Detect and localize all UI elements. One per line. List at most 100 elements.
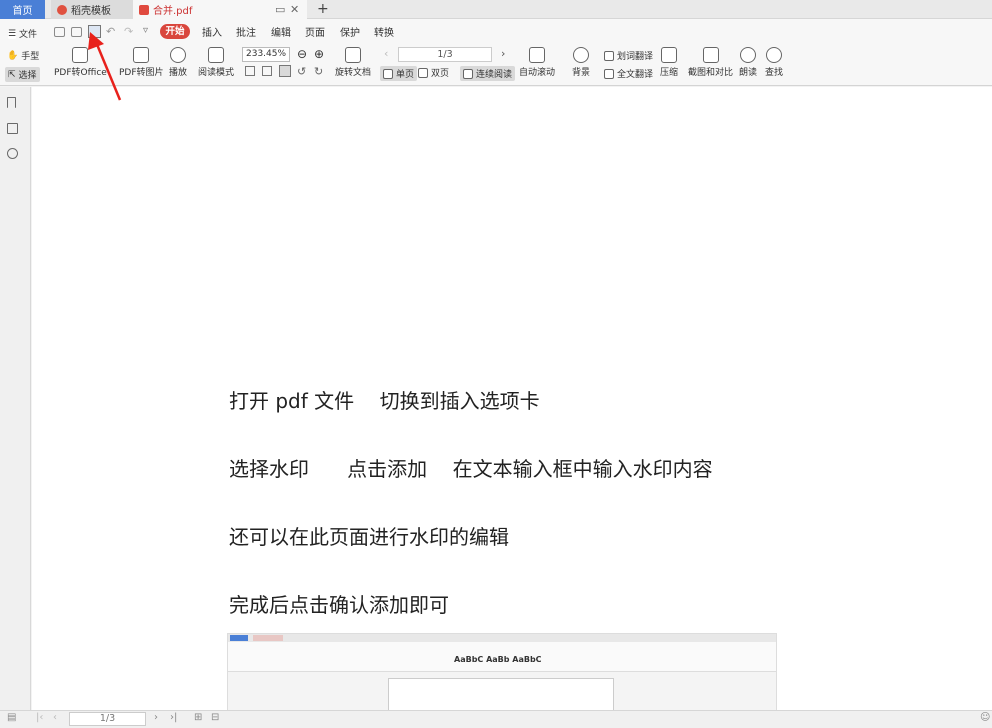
hand-icon: ✋	[7, 50, 19, 61]
save-icon[interactable]	[71, 27, 82, 37]
thumbnail-icon[interactable]	[7, 123, 18, 134]
rotate-right-icon[interactable]: ↻	[314, 65, 323, 78]
menu-page[interactable]: 页面	[305, 24, 325, 39]
screenshot-compare-button[interactable]: 截图和对比	[688, 47, 733, 78]
new-tab-icon[interactable]: +	[317, 1, 329, 17]
full-translate-button[interactable]: 全文翻译	[604, 67, 653, 80]
menu-annotate[interactable]: 批注	[236, 24, 256, 39]
status-next-page-icon[interactable]: ›	[154, 712, 158, 723]
full-translate-label: 全文翻译	[617, 70, 654, 80]
hand-tool[interactable]: ✋ 手型	[7, 49, 39, 63]
word-translate-label: 划词翻译	[617, 52, 654, 62]
annotation-icon[interactable]	[7, 148, 18, 159]
rotate-left-icon[interactable]: ↺	[297, 65, 306, 78]
menu-edit[interactable]: 编辑	[271, 24, 291, 39]
status-bar	[0, 710, 992, 728]
instruction-line-4: 完成后点击确认添加即可	[229, 593, 449, 617]
single-page-label: 单页	[396, 70, 415, 80]
status-page-input[interactable]: 1/3	[69, 712, 146, 726]
last-page-icon[interactable]: ›|	[170, 712, 177, 723]
play-icon	[170, 47, 186, 63]
select-label: 选择	[18, 71, 37, 81]
file-menu-label: 文件	[19, 30, 38, 40]
compress-label: 压缩	[660, 68, 679, 78]
actual-size-icon[interactable]	[245, 66, 255, 76]
double-page-button[interactable]: 双页	[418, 66, 449, 79]
play-button[interactable]: 播放	[169, 47, 187, 78]
menu-icon: ☰	[8, 28, 17, 39]
customize-icon[interactable]: ▿	[143, 25, 148, 36]
instruction-line-1: 打开 pdf 文件 切换到插入选项卡	[229, 389, 540, 413]
fit-width-icon[interactable]	[279, 65, 291, 77]
book-icon	[208, 47, 224, 63]
background-label: 背景	[572, 68, 591, 78]
left-sidebar	[0, 87, 31, 710]
find-button[interactable]: 查找	[765, 47, 783, 78]
compress-button[interactable]: 压缩	[660, 47, 678, 78]
background-button[interactable]: 背景	[572, 47, 590, 78]
next-page-icon[interactable]: ›	[501, 47, 505, 60]
zoom-in-icon[interactable]: ⊕	[314, 47, 324, 61]
embedded-screenshot: AaBbC AaBb AaBbC	[227, 633, 777, 710]
thumb-home-tab	[230, 635, 248, 641]
close-tab-icon[interactable]: ✕	[290, 3, 299, 16]
annotation-arrow-icon	[88, 32, 122, 101]
word-translate-button[interactable]: 划词翻译	[604, 49, 653, 62]
docer-logo-icon	[57, 4, 67, 15]
find-label: 查找	[765, 68, 784, 78]
microphone-icon	[740, 47, 756, 63]
open-folder-icon[interactable]	[54, 27, 65, 37]
page-number-input[interactable]: 1/3	[398, 47, 492, 62]
read-aloud-button[interactable]: 朗读	[739, 47, 757, 78]
screenshot-icon	[702, 47, 719, 63]
auto-scroll-icon	[529, 47, 545, 63]
zoom-input[interactable]: 233.45%	[242, 47, 290, 62]
first-page-icon[interactable]: |‹	[36, 712, 43, 723]
continuous-read-button[interactable]: 连续阅读	[460, 66, 516, 81]
status-prev-page-icon[interactable]: ‹	[53, 712, 57, 723]
insert-page-icon[interactable]: ⊞	[194, 712, 202, 723]
tab-template[interactable]: 稻壳模板	[51, 0, 133, 19]
rotate-document-button[interactable]: 旋转文档	[335, 47, 371, 78]
document-viewport[interactable]: 打开 pdf 文件 切换到插入选项卡 选择水印 点击添加 在文本输入框中输入水印…	[32, 87, 992, 710]
fit-page-icon[interactable]	[262, 66, 272, 76]
search-icon	[766, 47, 782, 63]
prev-page-icon[interactable]: ‹	[384, 47, 388, 60]
menu-protect[interactable]: 保护	[340, 24, 360, 39]
sidebar-toggle-icon[interactable]: ▤	[7, 712, 16, 723]
bookmark-icon[interactable]	[7, 97, 16, 108]
tab-pdf-label: 合并.pdf	[153, 6, 193, 17]
thumb-tabbar	[228, 634, 776, 642]
single-page-button[interactable]: 单页	[380, 66, 418, 81]
read-aloud-label: 朗读	[739, 68, 758, 78]
file-menu[interactable]: ☰ 文件	[8, 27, 37, 40]
image-icon	[133, 47, 150, 63]
instruction-line-2: 选择水印 点击添加 在文本输入框中输入水印内容	[229, 457, 713, 481]
rotate-label: 旋转文档	[335, 68, 372, 78]
menu-insert[interactable]: 插入	[202, 24, 222, 39]
translate-icon	[604, 50, 614, 61]
assistant-icon[interactable]: ☺	[980, 712, 990, 723]
menu-convert[interactable]: 转换	[374, 24, 394, 39]
read-mode-button[interactable]: 阅读模式	[198, 47, 234, 78]
double-page-label: 双页	[431, 69, 450, 79]
play-label: 播放	[169, 68, 188, 78]
translate-doc-icon	[604, 68, 614, 79]
auto-scroll-button[interactable]: 自动滚动	[519, 47, 555, 78]
thumb-page	[388, 678, 614, 710]
pin-icon[interactable]: ▭	[275, 3, 285, 16]
tab-pdf-document[interactable]: 合并.pdf ▭ ✕	[133, 0, 307, 19]
tab-strip: 首页 稻壳模板 合并.pdf ▭ ✕ +	[0, 0, 992, 19]
export-page-icon[interactable]: ⊟	[211, 712, 219, 723]
select-tool[interactable]: ⇱ 选择	[5, 67, 40, 82]
instruction-line-3: 还可以在此页面进行水印的编辑	[229, 525, 509, 549]
zoom-out-icon[interactable]: ⊖	[297, 47, 307, 61]
tab-home[interactable]: 首页	[0, 0, 45, 19]
thumb-style-sample: AaBbC AaBb AaBbC	[454, 655, 542, 664]
cursor-icon: ⇱	[8, 69, 16, 80]
continuous-label: 连续阅读	[476, 70, 513, 80]
arrow-shaft	[94, 41, 122, 101]
thumb-doc-tab	[253, 635, 283, 641]
continuous-icon	[463, 68, 473, 79]
menu-start[interactable]: 开始	[160, 24, 190, 39]
